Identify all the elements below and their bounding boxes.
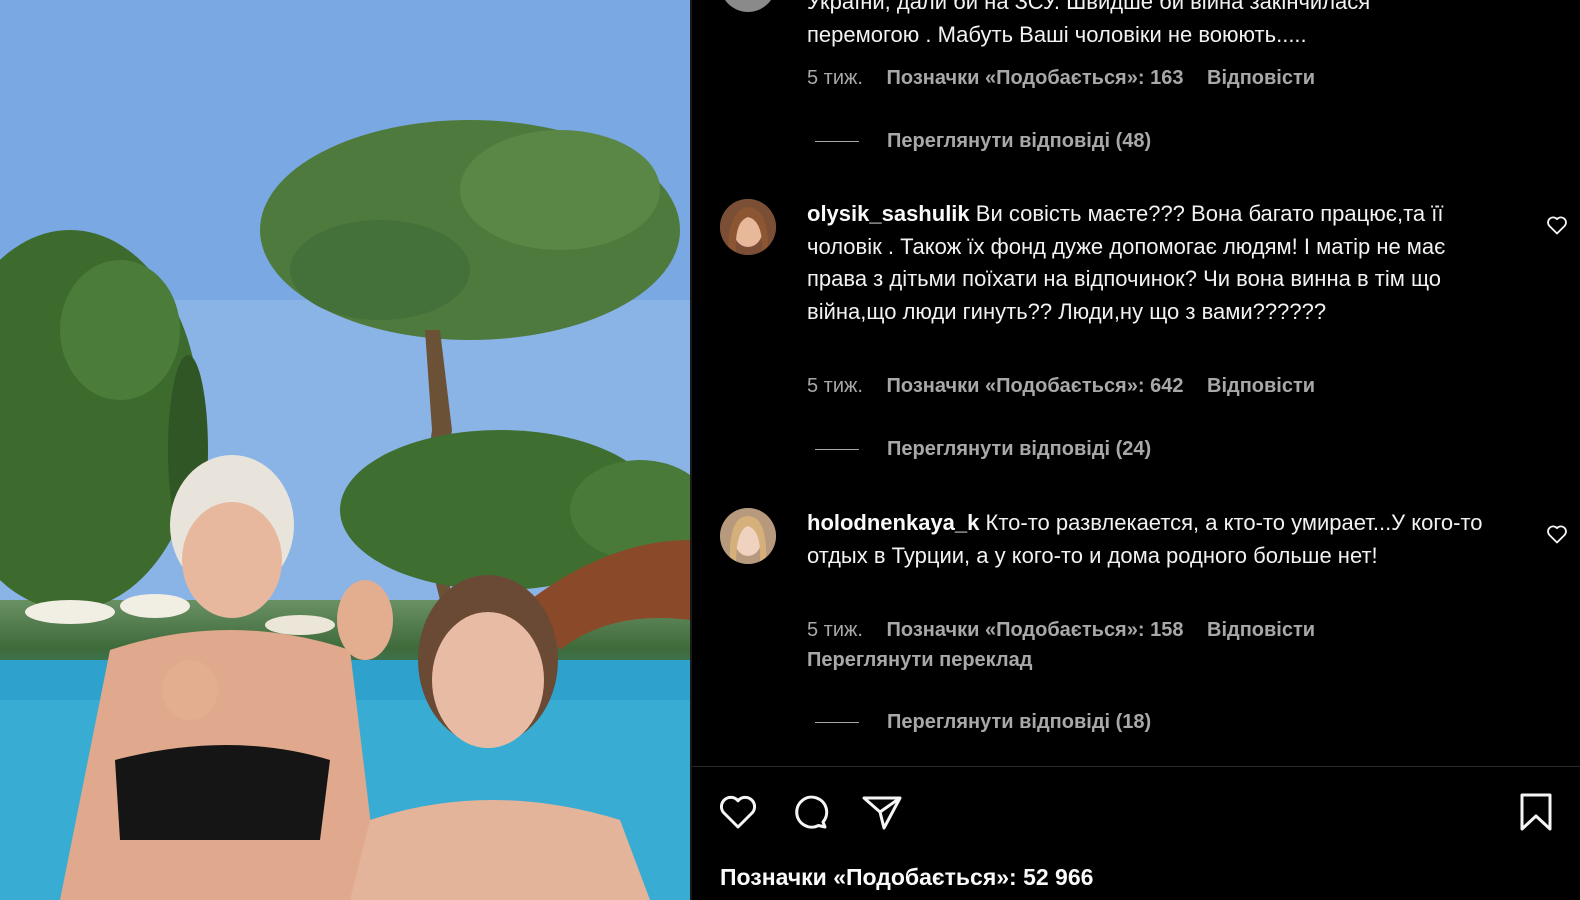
like-comment-heart-icon[interactable]: [1545, 213, 1569, 237]
post-likes-count[interactable]: Позначки «Подобається»: 52 966: [720, 864, 1093, 891]
comment-likes[interactable]: Позначки «Подобається»: 158: [887, 619, 1184, 641]
translate-button[interactable]: Переглянути переклад: [807, 649, 1032, 672]
view-replies-label: Переглянути відповіді (24): [887, 438, 1152, 460]
bookmark-icon[interactable]: [1514, 790, 1558, 834]
avatar-image: [720, 508, 776, 564]
comment-line: України, дали би на ЗСУ. Швидше би війна…: [807, 0, 1371, 14]
comment-time[interactable]: 5 тиж.: [807, 67, 863, 89]
comment-meta: 5 тиж. Позначки «Подобається»: 158 Відпо…: [807, 619, 1333, 642]
post-photo: [0, 0, 690, 900]
comment-likes[interactable]: Позначки «Подобається»: 163: [887, 67, 1184, 89]
avatar[interactable]: [720, 199, 776, 255]
reply-button[interactable]: Відповісти: [1207, 67, 1315, 89]
view-replies-button[interactable]: Переглянути відповіді (24): [815, 438, 1151, 461]
comment-username[interactable]: holodnenkaya_k: [807, 510, 979, 535]
comment-time[interactable]: 5 тиж.: [807, 619, 863, 641]
replies-line: [815, 141, 859, 143]
comment-username[interactable]: olysik_sashulik: [807, 201, 970, 226]
view-replies-label: Переглянути відповіді (18): [887, 711, 1152, 733]
replies-line: [815, 449, 859, 451]
heart-icon[interactable]: [716, 790, 760, 834]
view-replies-label: Переглянути відповіді (48): [887, 130, 1152, 152]
comment-text: olysik_sashulik Ви совість маєте??? Вона…: [807, 198, 1497, 328]
avatar[interactable]: [720, 508, 776, 564]
view-replies-button[interactable]: Переглянути відповіді (48): [815, 130, 1151, 153]
comment-meta: 5 тиж. Позначки «Подобається»: 163 Відпо…: [807, 67, 1333, 90]
comment-time[interactable]: 5 тиж.: [807, 375, 863, 397]
comment-line: перемогою . Мабуть Ваші чоловіки не воюю…: [807, 21, 1307, 47]
comment-text: holodnenkaya_k Кто-то развлекается, а кт…: [807, 507, 1497, 572]
view-replies-button[interactable]: Переглянути відповіді (18): [815, 711, 1151, 734]
comments-panel[interactable]: України, дали би на ЗСУ. Швидше би війна…: [692, 0, 1580, 900]
replies-line: [815, 722, 859, 724]
comment-meta: 5 тиж. Позначки «Подобається»: 642 Відпо…: [807, 375, 1333, 398]
reply-button[interactable]: Відповісти: [1207, 375, 1315, 397]
actions-separator: [692, 766, 1580, 767]
like-comment-heart-icon[interactable]: [1545, 522, 1569, 546]
avatar[interactable]: [720, 0, 776, 12]
reply-button[interactable]: Відповісти: [1207, 619, 1315, 641]
comment-text: України, дали би на ЗСУ. Швидше би війна…: [807, 0, 1497, 51]
share-icon[interactable]: [860, 790, 904, 834]
post-media[interactable]: [0, 0, 690, 900]
comment-icon[interactable]: [788, 790, 832, 834]
avatar-image: [720, 199, 776, 255]
comment-likes[interactable]: Позначки «Подобається»: 642: [887, 375, 1184, 397]
